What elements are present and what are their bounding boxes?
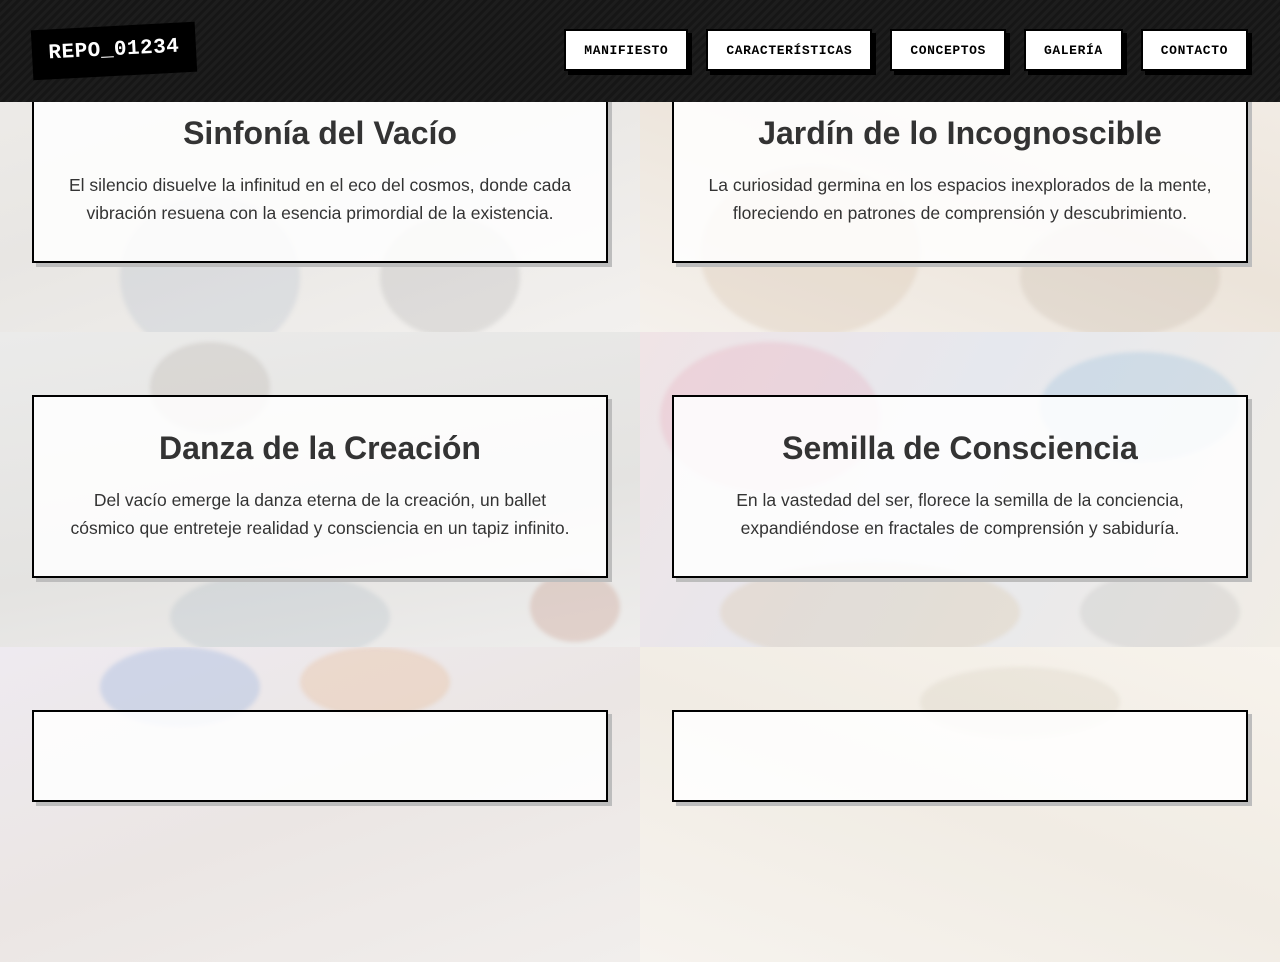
nav-contacto-button[interactable]: CONTACTO — [1140, 29, 1248, 71]
concept-card: Sinfonía del Vacío El silencio disuelve … — [32, 80, 608, 264]
concept-cell: Semilla de Consciencia En la vastedad de… — [640, 332, 1280, 647]
site-header: REPO_01234 MANIFIESTO CARACTERÍSTICAS CO… — [0, 0, 1280, 102]
background-image — [0, 647, 640, 962]
concept-cell — [0, 647, 640, 962]
nav-galeria-button[interactable]: GALERÍA — [1023, 29, 1123, 71]
card-text: El silencio disuelve la infinitud en el … — [69, 175, 571, 224]
concept-card — [672, 710, 1248, 802]
nav-manifiesto-button[interactable]: MANIFIESTO — [564, 29, 689, 71]
concept-cell — [640, 647, 1280, 962]
card-title: Jardín de lo Incognoscible — [758, 115, 1162, 151]
nav-caracteristicas-button[interactable]: CARACTERÍSTICAS — [706, 29, 873, 71]
site-logo[interactable]: REPO_01234 — [30, 21, 198, 81]
card-title: Semilla de Consciencia — [782, 430, 1138, 466]
concept-cell: Danza de la Creación Del vacío emerge la… — [0, 332, 640, 647]
concept-card — [32, 710, 608, 802]
card-title: Danza de la Creación — [159, 430, 481, 466]
concept-grid: Sinfonía del Vacío El silencio disuelve … — [0, 17, 1280, 962]
main-nav: MANIFIESTO CARACTERÍSTICAS CONCEPTOS GAL… — [564, 29, 1248, 71]
nav-conceptos-button[interactable]: CONCEPTOS — [890, 29, 1006, 71]
card-text: En la vastedad del ser, florece la semil… — [736, 490, 1184, 539]
card-text: Del vacío emerge la danza eterna de la c… — [70, 490, 570, 539]
background-image — [640, 647, 1280, 962]
card-title: Sinfonía del Vacío — [183, 115, 457, 151]
concept-card: Jardín de lo Incognoscible La curiosidad… — [672, 80, 1248, 264]
concept-card: Semilla de Consciencia En la vastedad de… — [672, 395, 1248, 579]
concept-card: Danza de la Creación Del vacío emerge la… — [32, 395, 608, 579]
card-text: La curiosidad germina en los espacios in… — [708, 175, 1212, 224]
